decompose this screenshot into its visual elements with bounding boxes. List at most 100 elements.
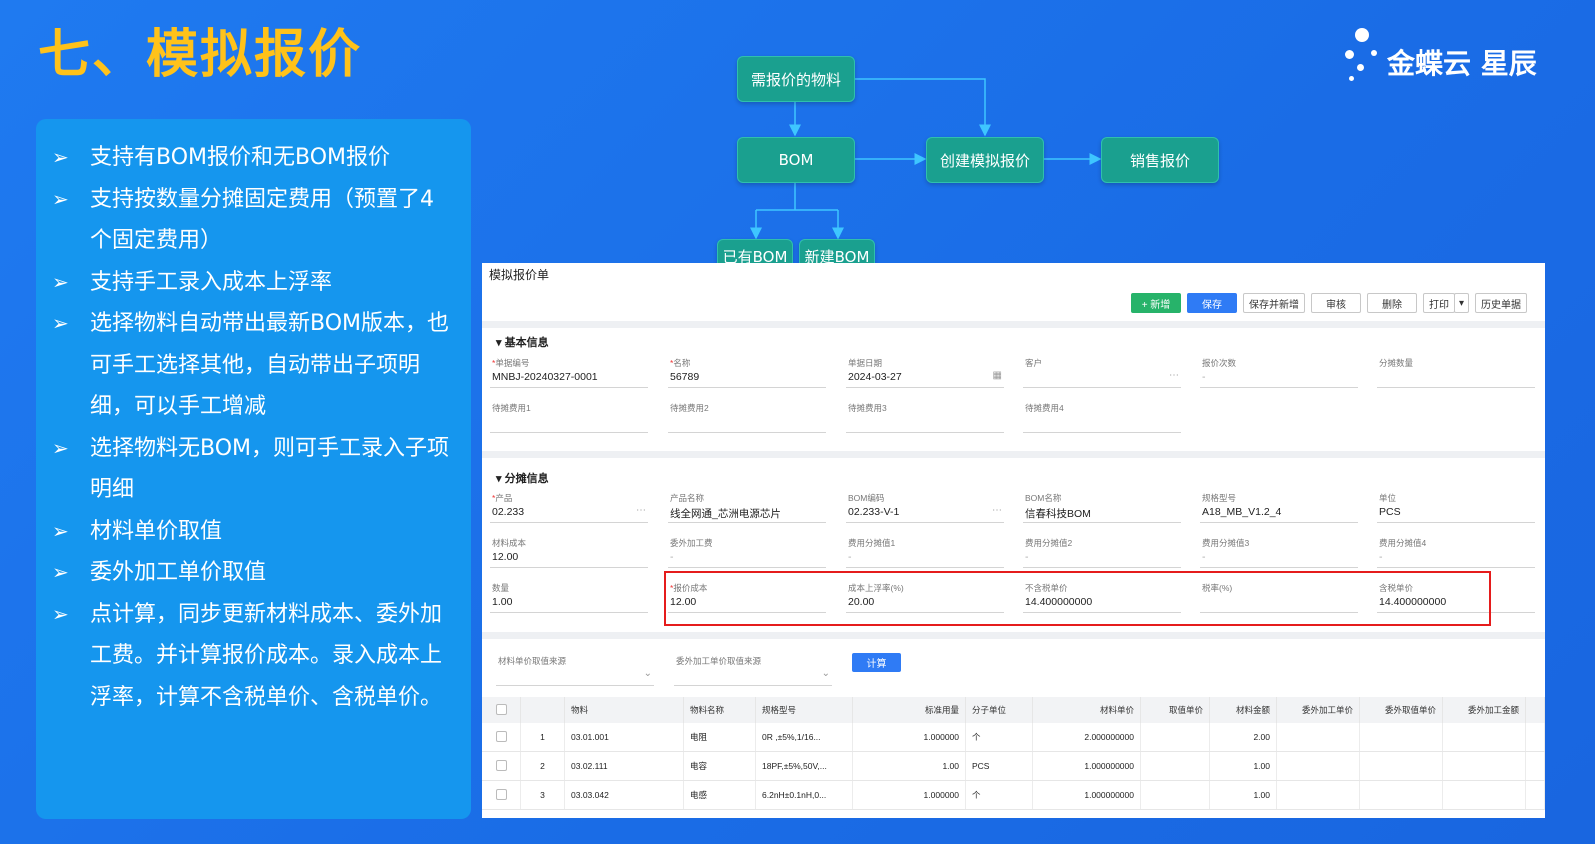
material-price-source-select[interactable]: 材料单价取值来源 ⌄ <box>496 655 654 686</box>
form-field[interactable]: BOM名称 信春科技BOM <box>1023 492 1181 523</box>
row-checkbox[interactable] <box>495 730 507 742</box>
form-field[interactable]: 分摊数量 <box>1377 357 1535 388</box>
column-header: 标准用量 <box>852 697 966 723</box>
basic-info-header[interactable]: ▾ 基本信息 <box>496 334 549 350</box>
field-label: 材料成本 <box>492 538 527 548</box>
form-field[interactable]: 待摊费用1 <box>490 402 648 433</box>
table-cell: 2.00 <box>1209 723 1277 752</box>
save-and-new-button[interactable]: 保存并新增 <box>1243 293 1305 313</box>
more-icon[interactable]: ⋯ <box>636 505 646 516</box>
field-value: - <box>1202 371 1206 383</box>
chevron-down-icon: ⌄ <box>643 668 652 679</box>
table-cell: 2 <box>520 751 565 781</box>
table-cell: 个 <box>965 780 1033 810</box>
outsource-price-source-select[interactable]: 委外加工单价取值来源 ⌄ <box>674 655 832 686</box>
field-label: 规格型号 <box>1202 493 1237 503</box>
feature-text: 材料单价取值 <box>90 518 223 544</box>
column-header: 物料名称 <box>683 697 756 723</box>
column-header: 分子单位 <box>965 697 1033 723</box>
field-value: PCS <box>1379 506 1401 518</box>
table-cell <box>1442 780 1526 810</box>
field-value: A18_MB_V1.2_4 <box>1202 506 1282 518</box>
field-label: 费用分摊值1 <box>848 538 896 548</box>
field-label: 待摊费用1 <box>492 403 531 413</box>
table-body: 1 03.01.001 电阻 0R ,±5%,1/16... 1.000000 个 2.00… <box>482 723 1545 810</box>
delete-button[interactable]: 删除 <box>1367 293 1417 313</box>
flow-node-sales-quote: 销售报价 <box>1101 137 1219 183</box>
select-all-checkbox[interactable] <box>495 703 507 715</box>
feature-list-item: ➢ 委外加工单价取值 <box>52 552 455 594</box>
form-field[interactable]: 报价次数 - <box>1200 357 1358 388</box>
row-checkbox[interactable] <box>495 788 507 800</box>
field-label: 委外加工费 <box>670 538 713 548</box>
form-field[interactable]: *名称 56789 <box>668 357 826 388</box>
history-button[interactable]: 历史单据 <box>1475 293 1527 313</box>
field-value: - <box>1202 551 1206 563</box>
table-cell: 1 <box>520 723 565 752</box>
field-label: *单据编号 <box>492 358 530 368</box>
arrow-bullet-icon: ➢ <box>52 311 69 335</box>
row-checkbox-cell[interactable] <box>482 723 521 752</box>
table-row[interactable]: 3 03.03.042 电感 6.2nH±0.1nH,0... 1.000000 个 1.0… <box>482 780 1545 810</box>
form-field[interactable]: 产品名称 线全网通_芯洲电源芯片 <box>668 492 826 523</box>
field-label: BOM名称 <box>1025 493 1062 503</box>
table-cell <box>1276 780 1360 810</box>
form-field[interactable]: 费用分摊值4 - <box>1377 537 1535 568</box>
form-field[interactable]: 客户 ⋯ <box>1023 357 1181 388</box>
table-cell: 电阻 <box>683 723 756 752</box>
audit-button[interactable]: 审核 <box>1311 293 1361 313</box>
table-cell: 2.000000000 <box>1032 723 1141 752</box>
table-cell <box>1140 780 1210 810</box>
table-cell: 1.00 <box>1209 751 1277 781</box>
table-cell: 1.00 <box>852 751 966 781</box>
print-dropdown-chevron-icon[interactable]: ▾ <box>1454 293 1469 313</box>
field-value: 线全网通_芯洲电源芯片 <box>670 508 781 520</box>
table-row[interactable]: 1 03.01.001 电阻 0R ,±5%,1/16... 1.000000 个 2.00… <box>482 723 1545 752</box>
form-field[interactable]: *产品 02.233 ⋯ <box>490 492 648 523</box>
field-label: 待摊费用3 <box>848 403 887 413</box>
table-row[interactable]: 2 03.02.111 电容 18PF,±5%,50V,... 1.00 PCS 1.000… <box>482 751 1545 781</box>
form-field[interactable]: 费用分摊值1 - <box>846 537 1004 568</box>
new-button[interactable]: + 新增 <box>1131 293 1181 313</box>
table-cell: PCS <box>965 751 1033 781</box>
alloc-info-header[interactable]: ▾ 分摊信息 <box>496 470 549 486</box>
column-header: 委外取值单价 <box>1359 697 1443 723</box>
flow-arrows <box>750 78 1102 240</box>
form-field[interactable]: 待摊费用2 <box>668 402 826 433</box>
column-header-filler <box>1525 697 1545 723</box>
table-cell <box>1359 751 1443 781</box>
print-button[interactable]: 打印 <box>1423 293 1455 313</box>
field-label: 费用分摊值3 <box>1202 538 1250 548</box>
arrow-bullet-icon: ➢ <box>52 601 69 626</box>
save-button[interactable]: 保存 <box>1187 293 1237 313</box>
column-header: 委外加工单价 <box>1276 697 1360 723</box>
table-cell-filler <box>1525 723 1545 752</box>
form-field[interactable]: 单位 PCS <box>1377 492 1535 523</box>
row-checkbox-cell[interactable] <box>482 751 521 781</box>
calculate-button[interactable]: 计算 <box>852 653 901 672</box>
form-field[interactable]: 待摊费用3 <box>846 402 1004 433</box>
more-icon[interactable]: ⋯ <box>992 505 1002 516</box>
form-field[interactable]: 费用分摊值2 - <box>1023 537 1181 568</box>
table-cell: 电感 <box>683 780 756 810</box>
form-field[interactable]: 单据日期 2024-03-27 ▦ <box>846 357 1004 388</box>
form-field[interactable]: 费用分摊值3 - <box>1200 537 1358 568</box>
column-header[interactable] <box>482 697 521 723</box>
feature-text: 委外加工单价取值 <box>90 560 267 585</box>
form-field[interactable]: 待摊费用4 <box>1023 402 1181 433</box>
form-field[interactable]: BOM编码 02.233-V-1 ⋯ <box>846 492 1004 523</box>
table-cell: 03.02.111 <box>564 751 684 781</box>
table-cell: 个 <box>965 723 1033 752</box>
form-field[interactable]: 数量 1.00 <box>490 582 648 613</box>
chevron-down-icon: ⌄ <box>821 668 830 679</box>
table-header-row: 物料 物料名称 规格型号 标准用量 分子单位 材料单价 取值单价 材料金额 委外加工单价 委外取值… <box>482 697 1545 723</box>
row-checkbox-cell[interactable] <box>482 780 521 810</box>
table-cell: 1.00 <box>1209 780 1277 810</box>
form-field[interactable]: *单据编号 MNBJ-20240327-0001 <box>490 357 648 388</box>
row-checkbox[interactable] <box>495 759 507 771</box>
form-field[interactable]: 材料成本 12.00 <box>490 537 648 568</box>
calendar-icon[interactable]: ▦ <box>993 370 1002 381</box>
form-field[interactable]: 规格型号 A18_MB_V1.2_4 <box>1200 492 1358 523</box>
more-icon[interactable]: ⋯ <box>1169 370 1179 381</box>
form-field[interactable]: 委外加工费 - <box>668 537 826 568</box>
